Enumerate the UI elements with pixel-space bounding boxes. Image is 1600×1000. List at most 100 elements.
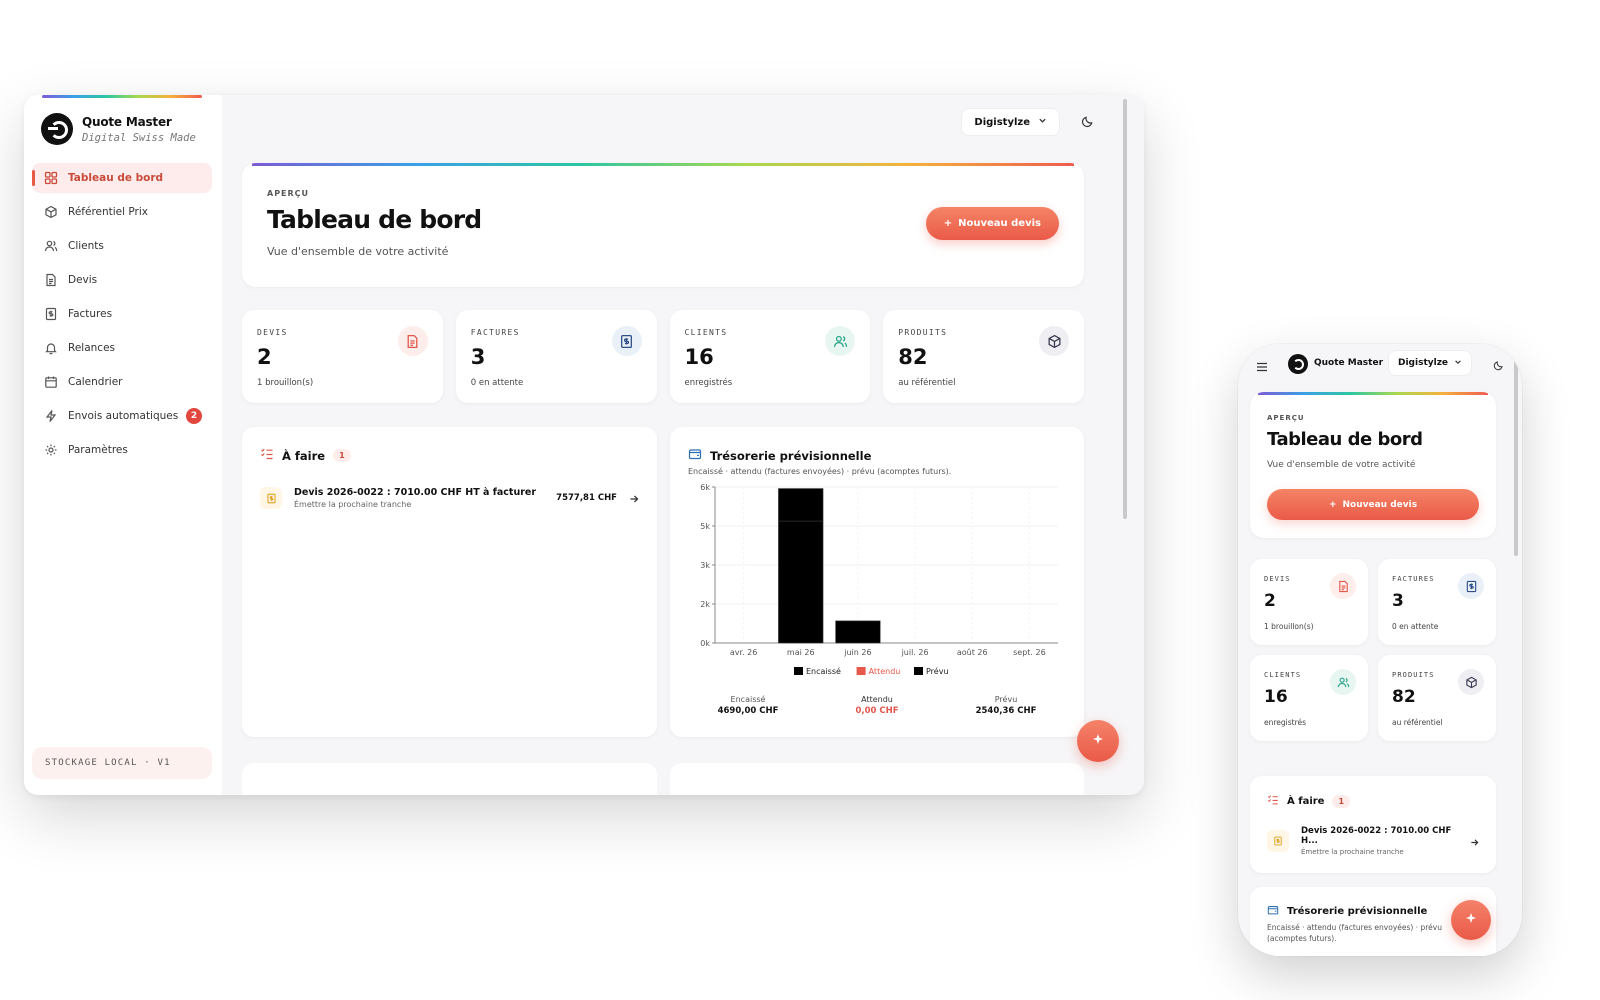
sidebar-item-label: Référentiel Prix (68, 206, 148, 218)
stat-label: PRODUITS (1392, 671, 1435, 679)
treasury-subtitle: Encaissé · attendu (factures envoyées) ·… (688, 467, 952, 476)
sidebar-item-dashboard[interactable]: Tableau de bord (32, 163, 212, 193)
x-tick-label: avr. 26 (730, 648, 757, 657)
todo-item-description: Émettre la prochaine tranche (294, 500, 412, 509)
theme-toggle-button[interactable] (1073, 108, 1101, 136)
scrollbar-thumb[interactable] (1123, 99, 1127, 519)
menu-icon[interactable] (1256, 358, 1268, 372)
todo-item[interactable]: Devis 2026-0022 : 7010.00 CHF HT à factu… (260, 483, 639, 513)
organization-select[interactable]: Digistylze (1388, 350, 1473, 376)
todo-item[interactable]: Devis 2026-0022 : 7010.00 CHF H... Émett… (1267, 826, 1479, 856)
new-quote-button[interactable]: + Nouveau devis (1267, 489, 1479, 520)
stat-label: CLIENTS (684, 328, 728, 337)
stat-value: 2 (257, 345, 272, 369)
page-subtitle: Vue d'ensemble de votre activité (1267, 460, 1416, 470)
todo-title: À faire (282, 448, 326, 463)
scrollbar[interactable] (1122, 99, 1128, 787)
stat-card-quotes[interactable]: DEVIS 2 1 brouillon(s) (1250, 559, 1368, 645)
document-icon (1330, 573, 1356, 599)
stat-hint: 1 brouillon(s) (1264, 622, 1314, 631)
scrollbar-thumb[interactable] (1514, 356, 1518, 556)
assistant-fab[interactable] (1451, 900, 1491, 940)
todo-item-description: Émettre la prochaine tranche (1301, 848, 1404, 856)
summary-collected: Encaissé 4690,00 CHF (688, 695, 808, 716)
sidebar-item-label: Devis (68, 274, 98, 286)
stat-card-invoices[interactable]: FACTURES 3 0 en attente (455, 310, 657, 403)
bell-icon (44, 341, 58, 355)
stat-value: 3 (1392, 591, 1404, 611)
sidebar-item-reminders[interactable]: Relances (32, 333, 212, 363)
sidebar-item-clients[interactable]: Clients (32, 231, 212, 261)
y-tick-label: 6k (700, 483, 710, 492)
cube-icon (1039, 326, 1069, 356)
moon-icon (1081, 113, 1094, 132)
sidebar-item-price-reference[interactable]: Référentiel Prix (32, 197, 212, 227)
stat-label: PRODUITS (898, 328, 948, 337)
sidebar-item-label: Factures (68, 308, 113, 320)
stat-hint: enregistrés (1264, 718, 1307, 727)
sidebar-item-invoices[interactable]: Factures (32, 299, 212, 329)
stat-label: CLIENTS (1264, 671, 1302, 679)
x-tick-label: sept. 26 (1013, 648, 1046, 657)
stat-card-products[interactable]: PRODUITS 82 au référentiel (883, 310, 1084, 403)
checklist-icon (1267, 794, 1279, 809)
bar-prévu (835, 620, 881, 644)
legend-label: Prévu (926, 666, 949, 676)
stat-label: FACTURES (1392, 575, 1435, 583)
stats-row: DEVIS 2 1 brouillon(s) FACTURES 3 0 en a… (242, 310, 1084, 403)
moon-icon[interactable] (1493, 356, 1504, 375)
storage-label: STOCKAGE LOCAL · V1 (32, 747, 212, 779)
arrow-right-icon[interactable] (1470, 832, 1479, 851)
sidebar-item-label: Relances (68, 342, 115, 354)
bar-prévu (778, 488, 824, 522)
treasury-chart: 0k 2k 3k 5k 6k avr. 26 mai 26 juin 26 juil. 26 ao… (700, 483, 1058, 676)
assistant-fab[interactable] (1077, 720, 1119, 762)
users-icon (44, 239, 58, 253)
desktop-window: Quote Master Digital Swiss Made Tableau … (24, 95, 1144, 795)
page-title: Tableau de bord (1267, 429, 1423, 450)
todo-title: À faire (1287, 796, 1325, 807)
sidebar-item-auto-sends[interactable]: Envois automatiques 2 (32, 401, 212, 431)
x-tick-label: juin 26 (843, 648, 871, 657)
arrow-right-icon[interactable] (629, 489, 639, 508)
stat-value: 3 (470, 345, 486, 369)
brand-name: Quote Master (82, 114, 172, 129)
sidebar-item-label: Envois automatiques (68, 410, 179, 422)
stat-label: DEVIS (1264, 575, 1291, 583)
checklist-icon (260, 447, 274, 464)
sidebar-item-calendar[interactable]: Calendrier (32, 367, 212, 397)
legend-swatch (914, 667, 923, 675)
sidebar-item-settings[interactable]: Paramètres (32, 435, 212, 465)
stat-value: 2 (1264, 591, 1276, 611)
brand-logo[interactable] (1288, 354, 1308, 374)
organization-select[interactable]: Digistylze (961, 108, 1060, 136)
plus-icon: + (1328, 499, 1337, 510)
stat-label: FACTURES (470, 328, 520, 337)
todo-item-title: Devis 2026-0022 : 7010.00 CHF H... (1301, 826, 1452, 846)
stat-card-quotes[interactable]: DEVIS 2 1 brouillon(s) (242, 310, 443, 403)
stat-card-clients[interactable]: CLIENTS 16 enregistrés (1250, 655, 1368, 741)
calendar-icon (44, 375, 58, 389)
summary-planned: Prévu 2540,36 CHF (946, 695, 1066, 716)
sidebar-item-label: Tableau de bord (68, 172, 164, 184)
new-quote-label: Nouveau devis (1342, 499, 1418, 510)
stats-grid: DEVIS 2 1 brouillon(s) FACTURES 3 0 en a… (1250, 559, 1496, 741)
invoice-icon (1458, 573, 1484, 599)
sidebar-item-quotes[interactable]: Devis (32, 265, 212, 295)
new-quote-button[interactable]: + Nouveau devis (925, 207, 1059, 240)
document-icon (397, 326, 428, 356)
new-quote-label: Nouveau devis (958, 218, 1041, 229)
todo-header: À faire 1 (260, 447, 351, 464)
overview-card: APERÇU Tableau de bord Vue d'ensemble de… (242, 163, 1084, 287)
organization-name: Digistylze (1398, 358, 1449, 368)
wallet-icon (1267, 904, 1279, 919)
mobile-view: Quote Master Digistylze APERÇU Tableau d… (1238, 344, 1522, 956)
stat-card-products[interactable]: PRODUITS 82 au référentiel (1378, 655, 1496, 741)
todo-item-amount: 7577,81 CHF (556, 493, 617, 503)
stat-value: 82 (898, 345, 928, 369)
invoice-icon (44, 307, 58, 321)
stat-card-invoices[interactable]: FACTURES 3 0 en attente (1378, 559, 1496, 645)
treasury-card: Trésorerie prévisionnelle Encaissé · att… (670, 427, 1084, 737)
brand[interactable]: Quote Master Digital Swiss Made (41, 113, 196, 145)
stat-card-clients[interactable]: CLIENTS 16 enregistrés (669, 310, 871, 403)
